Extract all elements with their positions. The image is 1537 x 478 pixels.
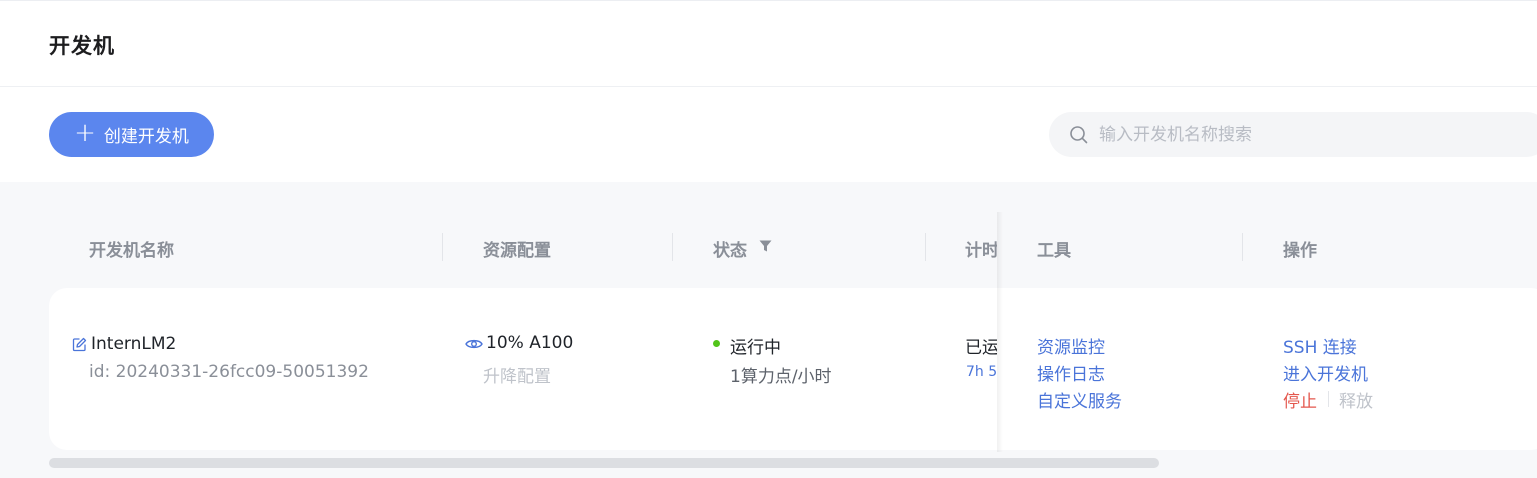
create-devbox-label: 创建开发机 <box>103 127 189 147</box>
edit-icon[interactable] <box>72 337 87 352</box>
timing-value: 7h 5 <box>966 364 998 380</box>
ssh-connect-link[interactable]: SSH 连接 <box>1283 333 1357 358</box>
column-header-tools: 工具 <box>1037 241 1071 261</box>
column-divider <box>1242 233 1243 261</box>
search-box[interactable] <box>1049 112 1537 157</box>
page-title: 开发机 <box>49 34 115 58</box>
devbox-name[interactable]: InternLM2 <box>91 334 176 354</box>
filter-icon[interactable] <box>759 240 772 252</box>
timing-status: 已运 <box>965 338 999 358</box>
column-header-name: 开发机名称 <box>89 241 174 261</box>
column-divider <box>442 233 443 261</box>
horizontal-scrollbar[interactable] <box>49 458 1159 468</box>
column-divider <box>925 233 926 261</box>
status-text: 运行中 <box>730 338 781 358</box>
custom-service-link[interactable]: 自定义服务 <box>1037 387 1122 412</box>
fixed-columns <box>997 212 1537 452</box>
column-divider <box>672 233 673 261</box>
status-dot <box>713 340 720 347</box>
plus-icon: + <box>74 118 96 148</box>
column-header-resource: 资源配置 <box>483 241 551 261</box>
devbox-id: id: 20240331-26fcc09-50051392 <box>89 362 369 382</box>
fixed-columns-header <box>997 212 1537 288</box>
search-icon <box>1070 125 1088 143</box>
operation-log-link[interactable]: 操作日志 <box>1037 360 1105 385</box>
create-devbox-button[interactable]: + 创建开发机 <box>49 112 214 157</box>
search-input[interactable] <box>1099 124 1479 145</box>
column-header-status: 状态 <box>713 241 747 261</box>
action-divider <box>1328 391 1329 407</box>
resource-monitor-link[interactable]: 资源监控 <box>1037 333 1105 358</box>
column-header-timing: 计时 <box>965 241 999 261</box>
release-button[interactable]: 释放 <box>1339 387 1373 412</box>
column-header-actions: 操作 <box>1283 241 1317 261</box>
fixed-columns-shadow <box>997 212 1003 452</box>
cost-text: 1算力点/小时 <box>730 367 832 387</box>
upgrade-config-link[interactable]: 升降配置 <box>483 362 551 387</box>
header-divider <box>0 86 1537 87</box>
enter-devbox-link[interactable]: 进入开发机 <box>1283 360 1368 385</box>
top-divider <box>0 0 1537 1</box>
eye-icon[interactable] <box>465 337 483 351</box>
resource-spec: 10% A100 <box>486 333 574 353</box>
stop-button[interactable]: 停止 <box>1283 387 1317 412</box>
